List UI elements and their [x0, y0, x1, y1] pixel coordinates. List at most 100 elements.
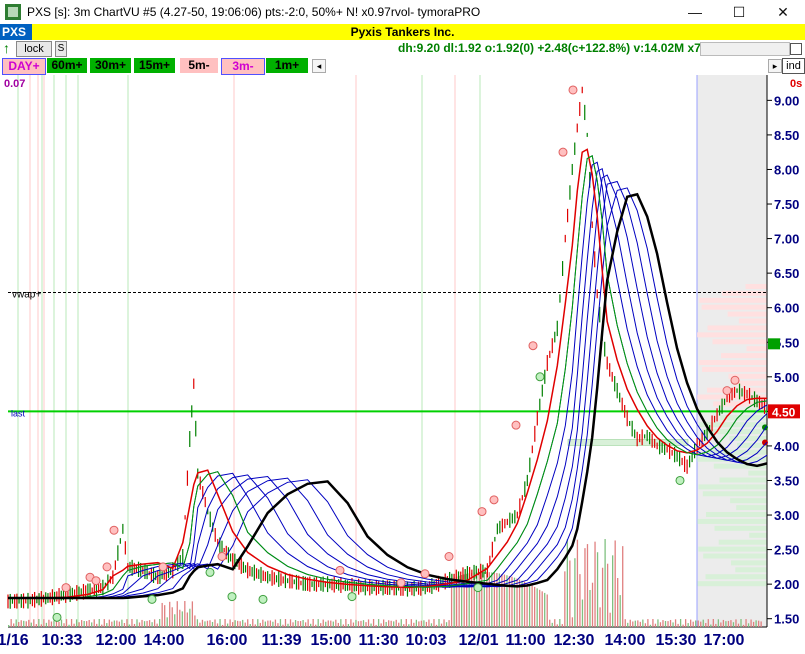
option-checkbox[interactable] [790, 43, 802, 55]
volume-bar [179, 609, 181, 627]
volume-bar [528, 584, 531, 627]
sell-signal-icon [568, 85, 578, 95]
up-arrow-icon: ↑ [3, 40, 10, 56]
volume-bar [496, 573, 498, 627]
volume-bar [299, 621, 302, 627]
top-right-label: 0s [790, 78, 802, 90]
volume-bar [30, 622, 32, 627]
volume-bar [60, 619, 63, 627]
volume-bar [544, 592, 546, 627]
volume-bar [219, 619, 221, 627]
volume-bar [262, 619, 264, 627]
volume-bar [73, 623, 75, 627]
volume-bar [317, 619, 319, 627]
maximize-button[interactable]: ☐ [717, 0, 761, 24]
volume-bar [438, 619, 440, 627]
info-scrollbar[interactable] [700, 42, 790, 56]
volume-bar [88, 619, 90, 627]
volume-bar [247, 619, 249, 627]
tab-day[interactable]: DAY+ [2, 58, 46, 75]
volume-bar [448, 620, 450, 627]
lock-button[interactable]: lock [16, 41, 52, 57]
volume-bar [252, 619, 254, 627]
x-tick-label: 11:30 [359, 632, 399, 649]
volume-profile-bar [712, 339, 767, 345]
volume-bar [367, 619, 370, 627]
volume-bar [428, 619, 430, 627]
volume-bar [677, 623, 679, 627]
volume-bar [50, 621, 53, 627]
volume-bar [48, 619, 50, 627]
volume-profile-bar [701, 366, 767, 372]
indicators-button[interactable]: ind [782, 58, 805, 74]
volume-bar [277, 623, 279, 627]
tab-1m[interactable]: 1m+ [266, 58, 308, 73]
chart-canvas[interactable]: 1.502.002.503.003.504.004.505.005.506.00… [0, 75, 805, 649]
y-tick-label: 2.00 [774, 577, 799, 592]
tab-15m[interactable]: 15m+ [134, 58, 175, 73]
volume-profile-bar [705, 512, 767, 518]
volume-bar [740, 619, 742, 627]
volume-bar [176, 601, 178, 627]
moving-average-line [8, 155, 768, 599]
symbol-input[interactable]: PXS [0, 24, 32, 40]
volume-bar [735, 619, 737, 627]
volume-bar [282, 624, 284, 627]
volume-bar [10, 619, 12, 627]
volume-bar [347, 624, 350, 627]
volume-bar [221, 624, 224, 627]
volume-bar [604, 539, 606, 627]
tab-60m[interactable]: 60m+ [47, 58, 87, 73]
volume-bar [408, 624, 410, 627]
volume-bar [186, 612, 188, 627]
s-button[interactable]: S [55, 41, 67, 57]
volume-bar [541, 591, 543, 627]
volume-bar [554, 619, 556, 627]
x-tick-label: 16:00 [207, 632, 248, 649]
volume-bar [98, 619, 100, 627]
volume-bar [169, 601, 171, 627]
minimize-button[interactable]: — [673, 0, 717, 24]
volume-bar [91, 622, 93, 627]
tab-3m[interactable]: 3m- [221, 58, 265, 75]
volume-bar [614, 540, 616, 627]
volume-bar [425, 621, 428, 627]
buy-signal-icon [473, 583, 483, 593]
last-label: last [11, 408, 26, 418]
volume-bar [420, 620, 423, 627]
price-chart[interactable]: 1.502.002.503.003.504.004.505.005.506.00… [0, 75, 805, 649]
volume-bar [126, 619, 128, 627]
volume-bar [372, 619, 375, 627]
volume-bar [146, 620, 148, 627]
tab-5m[interactable]: 5m- [180, 58, 218, 73]
volume-profile-bar [749, 532, 767, 538]
volume-bar [576, 539, 579, 627]
close-button[interactable]: ✕ [761, 0, 805, 24]
volume-bar [292, 622, 294, 627]
volume-bar [539, 589, 541, 627]
volume-bar [712, 619, 714, 627]
buy-signal-icon [675, 475, 685, 485]
volume-bar [294, 620, 297, 627]
volume-bar [201, 619, 204, 627]
volume-bar [649, 624, 652, 627]
volume-bar [23, 620, 25, 627]
y-tick-label: 3.00 [774, 508, 799, 523]
volume-bar [287, 623, 289, 627]
y-tick-label: 8.00 [774, 162, 799, 177]
volume-bar [13, 623, 15, 627]
volume-profile-bar [714, 525, 767, 531]
volume-bar [672, 622, 674, 627]
scroll-right-icon[interactable]: ▸ [768, 59, 782, 73]
volume-bar [33, 619, 35, 627]
tab-30m[interactable]: 30m+ [90, 58, 131, 73]
volume-bar [725, 621, 727, 627]
volume-bar [377, 619, 380, 627]
volume-bar [189, 608, 191, 627]
volume-bar [63, 623, 65, 627]
volume-bar [549, 619, 551, 627]
scroll-left-icon[interactable]: ◂ [312, 59, 326, 73]
volume-bar [234, 620, 236, 627]
volume-bar [742, 624, 745, 627]
volume-bar [304, 622, 307, 627]
